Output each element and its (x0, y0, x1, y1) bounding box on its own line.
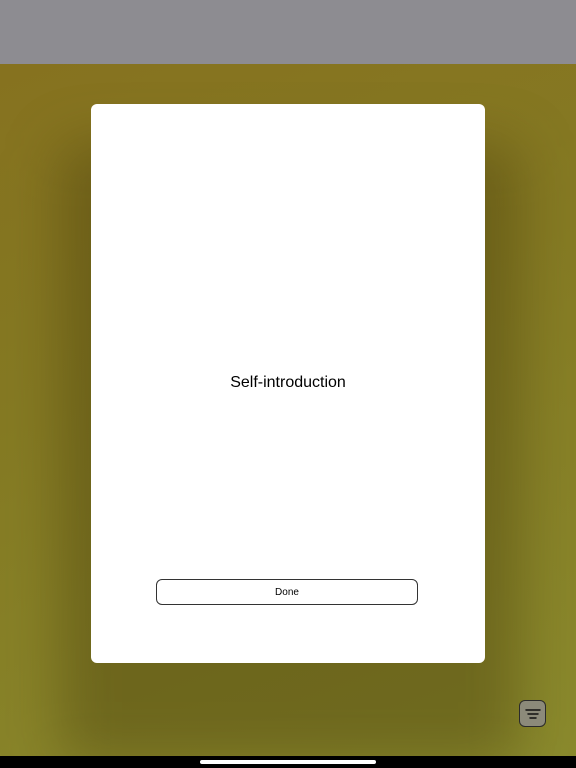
menu-button[interactable] (519, 700, 546, 727)
screen: Self-introduction Done (0, 0, 576, 768)
top-bar (0, 0, 576, 64)
dialog-title: Self-introduction (230, 374, 346, 391)
menu-lines-icon (524, 708, 541, 719)
home-indicator[interactable] (200, 760, 376, 764)
done-button[interactable]: Done (156, 579, 418, 605)
self-introduction-dialog: Self-introduction Done (91, 104, 485, 663)
